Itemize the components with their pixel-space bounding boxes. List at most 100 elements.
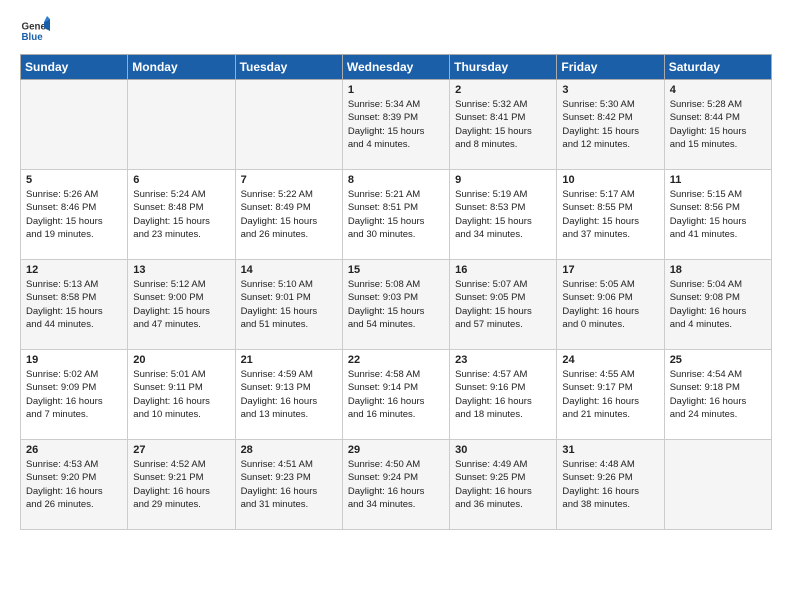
- day-info: Sunrise: 5:02 AM Sunset: 9:09 PM Dayligh…: [26, 368, 122, 421]
- day-info: Sunrise: 5:26 AM Sunset: 8:46 PM Dayligh…: [26, 188, 122, 241]
- day-number: 3: [562, 84, 658, 96]
- day-number: 14: [241, 264, 337, 276]
- day-number: 17: [562, 264, 658, 276]
- day-info: Sunrise: 4:57 AM Sunset: 9:16 PM Dayligh…: [455, 368, 551, 421]
- calendar-week-row: 5 Sunrise: 5:26 AM Sunset: 8:46 PM Daylig…: [21, 170, 772, 260]
- day-number: 19: [26, 354, 122, 366]
- calendar-cell: 5 Sunrise: 5:26 AM Sunset: 8:46 PM Daylig…: [21, 170, 128, 260]
- calendar-cell: [664, 440, 771, 530]
- calendar-cell: 28 Sunrise: 4:51 AM Sunset: 9:23 PM Dayli…: [235, 440, 342, 530]
- calendar-cell: 19 Sunrise: 5:02 AM Sunset: 9:09 PM Dayli…: [21, 350, 128, 440]
- day-info: Sunrise: 4:52 AM Sunset: 9:21 PM Dayligh…: [133, 458, 229, 511]
- weekday-header-wednesday: Wednesday: [342, 55, 449, 80]
- calendar-week-row: 26 Sunrise: 4:53 AM Sunset: 9:20 PM Dayli…: [21, 440, 772, 530]
- calendar-cell: 9 Sunrise: 5:19 AM Sunset: 8:53 PM Daylig…: [450, 170, 557, 260]
- day-number: 20: [133, 354, 229, 366]
- calendar-cell: 24 Sunrise: 4:55 AM Sunset: 9:17 PM Dayli…: [557, 350, 664, 440]
- day-info: Sunrise: 5:13 AM Sunset: 8:58 PM Dayligh…: [26, 278, 122, 331]
- day-number: 30: [455, 444, 551, 456]
- calendar-cell: 1 Sunrise: 5:34 AM Sunset: 8:39 PM Daylig…: [342, 80, 449, 170]
- day-info: Sunrise: 5:17 AM Sunset: 8:55 PM Dayligh…: [562, 188, 658, 241]
- day-info: Sunrise: 5:12 AM Sunset: 9:00 PM Dayligh…: [133, 278, 229, 331]
- day-number: 13: [133, 264, 229, 276]
- day-number: 26: [26, 444, 122, 456]
- calendar-cell: 16 Sunrise: 5:07 AM Sunset: 9:05 PM Dayli…: [450, 260, 557, 350]
- calendar-cell: 8Sunrise: 5:21 AM Sunset: 8:51 PM Daylig…: [342, 170, 449, 260]
- svg-text:Blue: Blue: [22, 32, 44, 43]
- day-info: Sunrise: 5:07 AM Sunset: 9:05 PM Dayligh…: [455, 278, 551, 331]
- calendar-cell: 15 Sunrise: 5:08 AM Sunset: 9:03 PM Dayli…: [342, 260, 449, 350]
- calendar-cell: 30 Sunrise: 4:49 AM Sunset: 9:25 PM Dayli…: [450, 440, 557, 530]
- day-number: 4: [670, 84, 766, 96]
- day-number: 5: [26, 174, 122, 186]
- day-number: 29: [348, 444, 444, 456]
- calendar-cell: 4 Sunrise: 5:28 AM Sunset: 8:44 PM Daylig…: [664, 80, 771, 170]
- day-info: Sunrise: 5:08 AM Sunset: 9:03 PM Dayligh…: [348, 278, 444, 331]
- day-number: 31: [562, 444, 658, 456]
- calendar-cell: 26 Sunrise: 4:53 AM Sunset: 9:20 PM Dayli…: [21, 440, 128, 530]
- day-number: 12: [26, 264, 122, 276]
- day-info: Sunrise: 4:54 AM Sunset: 9:18 PM Dayligh…: [670, 368, 766, 421]
- day-info: Sunrise: 4:50 AM Sunset: 9:24 PM Dayligh…: [348, 458, 444, 511]
- weekday-header-friday: Friday: [557, 55, 664, 80]
- day-number: 10: [562, 174, 658, 186]
- calendar-cell: 14 Sunrise: 5:10 AM Sunset: 9:01 PM Dayli…: [235, 260, 342, 350]
- day-info: Sunrise: 5:04 AM Sunset: 9:08 PM Dayligh…: [670, 278, 766, 331]
- day-info: Sunrise: 5:19 AM Sunset: 8:53 PM Dayligh…: [455, 188, 551, 241]
- calendar-week-row: 12 Sunrise: 5:13 AM Sunset: 8:58 PM Dayli…: [21, 260, 772, 350]
- day-info: Sunrise: 4:51 AM Sunset: 9:23 PM Dayligh…: [241, 458, 337, 511]
- logo-icon: General Blue: [20, 16, 50, 46]
- calendar-week-row: 19 Sunrise: 5:02 AM Sunset: 9:09 PM Dayli…: [21, 350, 772, 440]
- day-info: Sunrise: 5:28 AM Sunset: 8:44 PM Dayligh…: [670, 98, 766, 151]
- day-info: Sunrise: 5:22 AM Sunset: 8:49 PM Dayligh…: [241, 188, 337, 241]
- calendar-cell: 31 Sunrise: 4:48 AM Sunset: 9:26 PM Dayli…: [557, 440, 664, 530]
- calendar-cell: 12 Sunrise: 5:13 AM Sunset: 8:58 PM Dayli…: [21, 260, 128, 350]
- day-info: Sunrise: 5:01 AM Sunset: 9:11 PM Dayligh…: [133, 368, 229, 421]
- day-number: 18: [670, 264, 766, 276]
- day-number: 11: [670, 174, 766, 186]
- day-info: Sunrise: 4:55 AM Sunset: 9:17 PM Dayligh…: [562, 368, 658, 421]
- day-number: 9: [455, 174, 551, 186]
- day-info: Sunrise: 5:10 AM Sunset: 9:01 PM Dayligh…: [241, 278, 337, 331]
- day-number: 21: [241, 354, 337, 366]
- calendar-table: SundayMondayTuesdayWednesdayThursdayFrid…: [20, 54, 772, 530]
- calendar-cell: 20 Sunrise: 5:01 AM Sunset: 9:11 PM Dayli…: [128, 350, 235, 440]
- calendar-cell: 2 Sunrise: 5:32 AM Sunset: 8:41 PM Daylig…: [450, 80, 557, 170]
- day-number: 16: [455, 264, 551, 276]
- calendar-cell: [128, 80, 235, 170]
- page-header: General Blue: [20, 16, 772, 46]
- calendar-cell: 25Sunrise: 4:54 AM Sunset: 9:18 PM Dayli…: [664, 350, 771, 440]
- day-number: 28: [241, 444, 337, 456]
- day-info: Sunrise: 4:59 AM Sunset: 9:13 PM Dayligh…: [241, 368, 337, 421]
- day-info: Sunrise: 5:30 AM Sunset: 8:42 PM Dayligh…: [562, 98, 658, 151]
- day-info: Sunrise: 4:49 AM Sunset: 9:25 PM Dayligh…: [455, 458, 551, 511]
- calendar-cell: 7 Sunrise: 5:22 AM Sunset: 8:49 PM Daylig…: [235, 170, 342, 260]
- day-number: 2: [455, 84, 551, 96]
- calendar-cell: [21, 80, 128, 170]
- day-number: 23: [455, 354, 551, 366]
- day-number: 7: [241, 174, 337, 186]
- day-number: 15: [348, 264, 444, 276]
- day-info: Sunrise: 5:21 AM Sunset: 8:51 PM Dayligh…: [348, 188, 444, 241]
- calendar-cell: 10 Sunrise: 5:17 AM Sunset: 8:55 PM Dayli…: [557, 170, 664, 260]
- calendar-cell: [235, 80, 342, 170]
- weekday-header-monday: Monday: [128, 55, 235, 80]
- day-number: 1: [348, 84, 444, 96]
- calendar-cell: 23 Sunrise: 4:57 AM Sunset: 9:16 PM Dayli…: [450, 350, 557, 440]
- day-info: Sunrise: 4:53 AM Sunset: 9:20 PM Dayligh…: [26, 458, 122, 511]
- day-number: 27: [133, 444, 229, 456]
- day-info: Sunrise: 5:32 AM Sunset: 8:41 PM Dayligh…: [455, 98, 551, 151]
- calendar-cell: 3 Sunrise: 5:30 AM Sunset: 8:42 PM Daylig…: [557, 80, 664, 170]
- day-info: Sunrise: 5:05 AM Sunset: 9:06 PM Dayligh…: [562, 278, 658, 331]
- day-info: Sunrise: 5:24 AM Sunset: 8:48 PM Dayligh…: [133, 188, 229, 241]
- day-number: 24: [562, 354, 658, 366]
- calendar-cell: 22Sunrise: 4:58 AM Sunset: 9:14 PM Dayli…: [342, 350, 449, 440]
- weekday-header-row: SundayMondayTuesdayWednesdayThursdayFrid…: [21, 55, 772, 80]
- weekday-header-tuesday: Tuesday: [235, 55, 342, 80]
- weekday-header-saturday: Saturday: [664, 55, 771, 80]
- day-info: Sunrise: 5:34 AM Sunset: 8:39 PM Dayligh…: [348, 98, 444, 151]
- day-info: Sunrise: 4:48 AM Sunset: 9:26 PM Dayligh…: [562, 458, 658, 511]
- weekday-header-sunday: Sunday: [21, 55, 128, 80]
- calendar-cell: 11Sunrise: 5:15 AM Sunset: 8:56 PM Dayli…: [664, 170, 771, 260]
- day-number: 6: [133, 174, 229, 186]
